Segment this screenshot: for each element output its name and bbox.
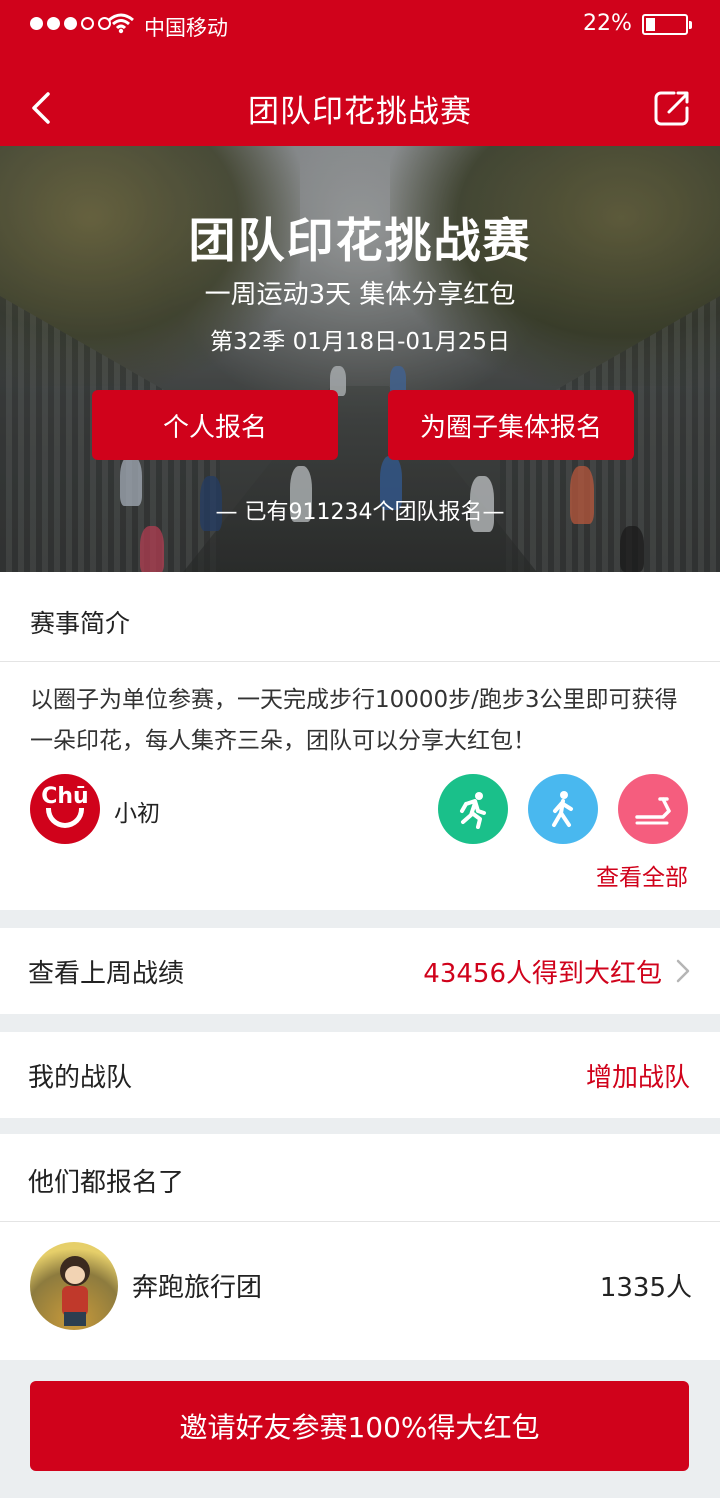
signup-count: — 已有911234个团队报名— <box>215 500 505 525</box>
hero-banner: 团队印花挑战赛 一周运动3天 集体分享红包 第32季 01月18日-01月25日… <box>0 146 720 572</box>
my-team-row: 我的战队 增加战队 <box>0 1032 720 1118</box>
hero-season-dates: 第32季 01月18日-01月25日 <box>210 329 510 355</box>
battery-percent: 22% <box>583 11 632 36</box>
joined-heading: 他们都报名了 <box>28 1168 185 1198</box>
org-logo-text: Chū <box>41 784 89 809</box>
view-all-link[interactable]: 查看全部 <box>596 858 688 892</box>
status-bar: 中国移动 22% <box>0 0 720 50</box>
signal-icon <box>30 17 111 30</box>
org-name[interactable]: 小初 <box>114 794 160 828</box>
team-member-count: 1335人 <box>599 1273 692 1303</box>
wifi-icon <box>108 13 134 34</box>
last-week-result: 43456人得到大红包 <box>423 958 662 989</box>
avatar[interactable] <box>30 1242 118 1330</box>
group-signup-button[interactable]: 为圈子集体报名 <box>388 390 634 460</box>
invite-friends-button[interactable]: 邀请好友参赛100%得大红包 <box>30 1381 689 1471</box>
team-name[interactable]: 奔跑旅行团 <box>132 1267 262 1304</box>
battery-icon <box>642 14 692 35</box>
personal-signup-button[interactable]: 个人报名 <box>92 390 338 460</box>
navigation-bar: 团队印花挑战赛 <box>0 60 720 146</box>
my-team-label: 我的战队 <box>28 1062 133 1093</box>
treadmill-icon[interactable] <box>618 774 688 844</box>
add-team-button[interactable]: 增加战队 <box>586 1057 690 1094</box>
carrier-name: 中国移动 <box>144 16 228 40</box>
divider <box>0 1221 720 1222</box>
top-bar: 中国移动 22% 团队印花挑战赛 <box>0 0 720 146</box>
last-week-results-row[interactable]: 查看上周战绩 43456人得到大红包 <box>0 928 720 1014</box>
divider <box>0 661 720 662</box>
hero-subtitle: 一周运动3天 集体分享红包 <box>204 280 516 310</box>
joined-teams-section: 他们都报名了 奔跑旅行团 1335人 <box>0 1134 720 1360</box>
intro-heading: 赛事简介 <box>30 609 131 638</box>
hero-title: 团队印花挑战赛 <box>188 214 532 269</box>
event-intro-section: 赛事简介 以圈子为单位参赛，一天完成步行10000步/跑步3公里即可获得一朵印花… <box>0 572 720 910</box>
org-logo[interactable]: Chū <box>30 774 100 844</box>
running-icon[interactable] <box>438 774 508 844</box>
page-title: 团队印花挑战赛 <box>248 94 472 130</box>
walking-icon[interactable] <box>528 774 598 844</box>
last-week-label: 查看上周战绩 <box>28 958 185 989</box>
share-button[interactable] <box>652 88 692 128</box>
intro-text: 以圈子为单位参赛，一天完成步行10000步/跑步3公里即可获得一朵印花，每人集齐… <box>30 687 678 754</box>
chevron-right-icon <box>676 959 690 983</box>
